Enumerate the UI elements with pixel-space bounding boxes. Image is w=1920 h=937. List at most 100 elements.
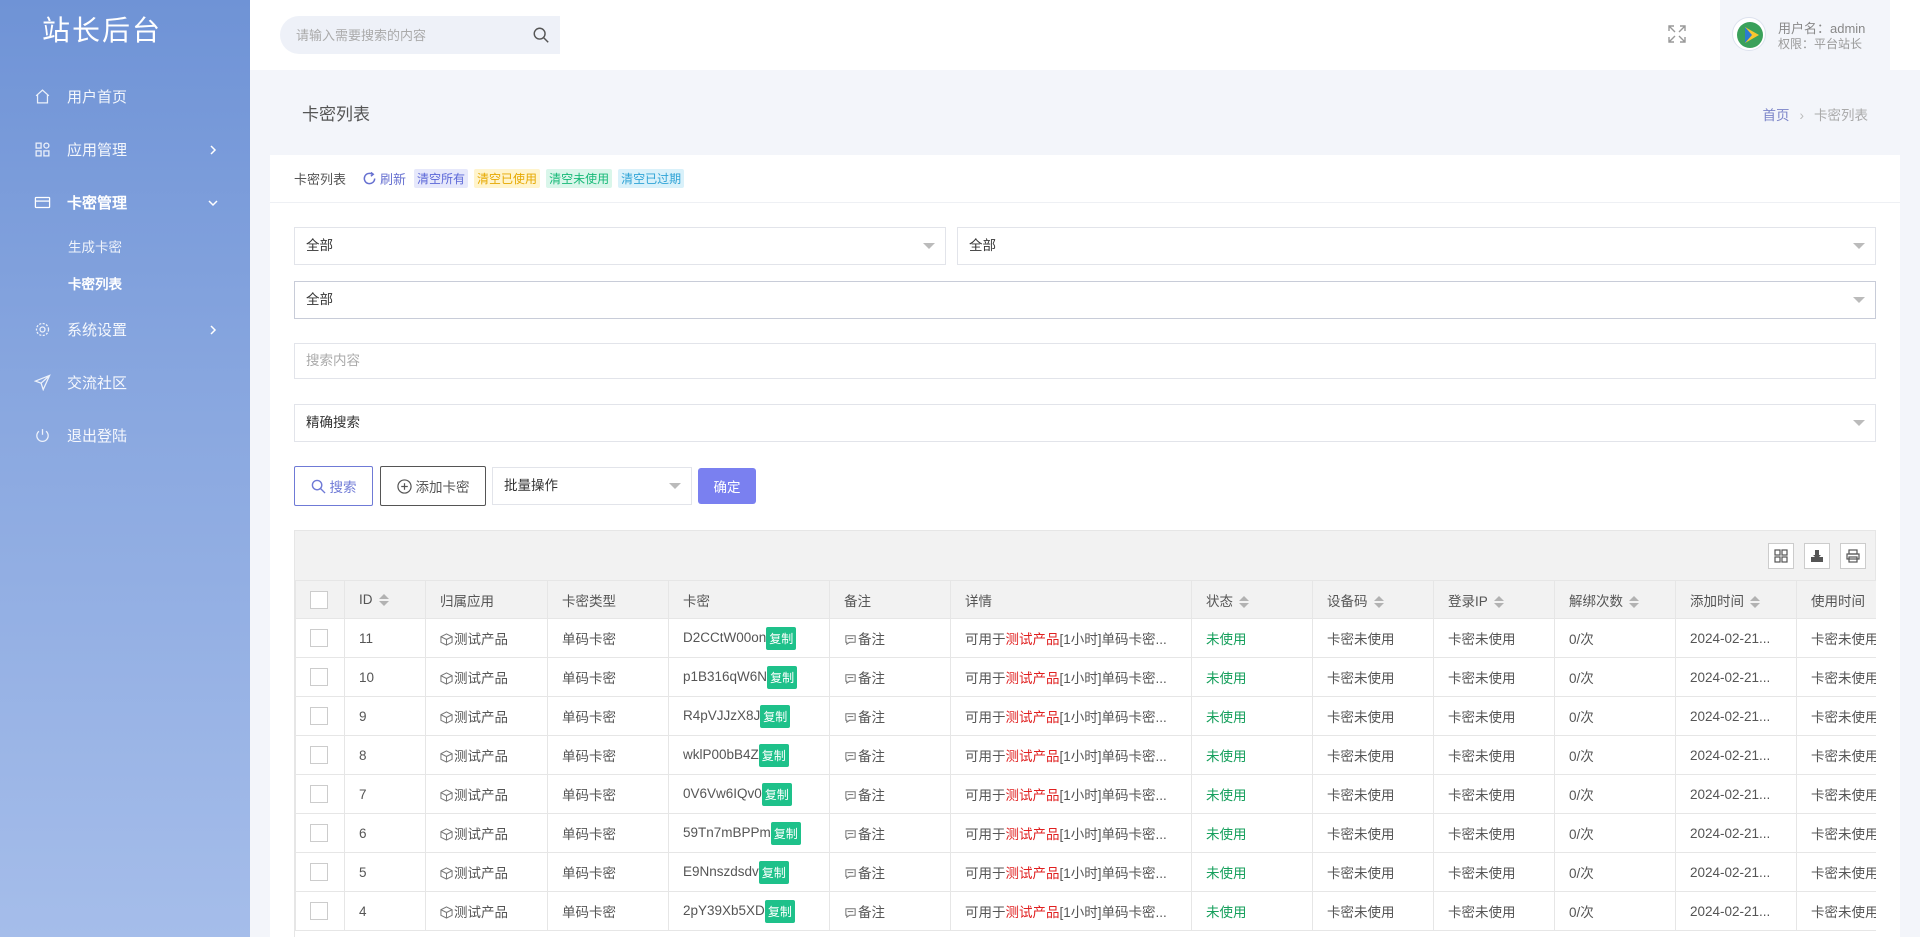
cell-used: 卡密未使用 — [1796, 735, 1876, 775]
export-button[interactable] — [1804, 543, 1830, 569]
cell-note[interactable]: 备注 — [829, 852, 951, 892]
cell-ip: 卡密未使用 — [1433, 852, 1555, 892]
table-row: 9 测试产品 单码卡密 R4pVJJzX8J 复制 备注 可用于测试产品[1小时]单码卡密.… — [295, 696, 1876, 736]
cell-used: 卡密未使用 — [1796, 657, 1876, 697]
copy-button[interactable]: 复制 — [758, 743, 789, 767]
sidebar-item-home[interactable]: 用户首页 — [0, 70, 250, 123]
card-header: 卡密列表 刷新 清空所有 清空已使用 清空未使用 清空已过期 — [270, 155, 1900, 203]
sort-icon[interactable] — [378, 594, 389, 607]
clear-unused-button[interactable]: 清空未使用 — [546, 169, 613, 188]
col-device[interactable]: 设备码 — [1312, 580, 1434, 619]
cell-type: 单码卡密 — [547, 852, 669, 892]
row-checkbox[interactable] — [310, 668, 328, 686]
sidebar-item-apps[interactable]: 应用管理 — [0, 123, 250, 176]
search-icon[interactable] — [532, 26, 550, 44]
filter-select-1[interactable]: 全部 — [294, 227, 946, 265]
row-checkbox[interactable] — [310, 863, 328, 881]
user-role: 权限：平台站长 — [1778, 37, 1863, 51]
detail-app: 测试产品 — [1005, 632, 1060, 647]
batch-action-select[interactable]: 批量操作 — [492, 467, 692, 505]
cell-type: 单码卡密 — [547, 813, 669, 853]
cell-note[interactable]: 备注 — [829, 618, 951, 658]
table-toolbar — [294, 530, 1876, 580]
header-label: 状态 — [1206, 593, 1233, 609]
detail-app: 测试产品 — [1005, 905, 1060, 920]
row-checkbox[interactable] — [310, 629, 328, 647]
user-info[interactable]: 用户名：admin 权限：平台站长 — [1720, 0, 1890, 70]
sort-icon[interactable] — [1750, 595, 1760, 608]
copy-button[interactable]: 复制 — [761, 782, 792, 806]
select-all-checkbox[interactable] — [310, 590, 328, 609]
copy-button[interactable]: 复制 — [767, 665, 798, 689]
copy-button[interactable]: 复制 — [760, 704, 791, 728]
cell-note[interactable]: 备注 — [829, 891, 951, 931]
cell-id: 10 — [344, 657, 426, 697]
cell-note[interactable]: 备注 — [829, 774, 951, 814]
row-checkbox[interactable] — [310, 902, 328, 920]
cell-added: 2024-02-21... — [1675, 852, 1797, 892]
page-title: 卡密列表 — [302, 105, 370, 124]
sidebar-item-cards[interactable]: 卡密管理 — [0, 176, 250, 229]
cell-note[interactable]: 备注 — [829, 657, 951, 697]
row-checkbox[interactable] — [310, 824, 328, 842]
row-checkbox[interactable] — [310, 785, 328, 803]
clear-all-button[interactable]: 清空所有 — [414, 169, 469, 188]
sort-icon[interactable] — [1629, 595, 1639, 608]
sort-icon[interactable] — [1373, 595, 1384, 608]
refresh-button[interactable]: 刷新 — [362, 169, 406, 188]
detail-app: 测试产品 — [1005, 671, 1060, 686]
sidebar-subitem-list[interactable]: 卡密列表 — [0, 266, 250, 303]
sidebar-item-settings[interactable]: 系统设置 — [0, 303, 250, 356]
cell-used: 卡密未使用 — [1796, 813, 1876, 853]
cell-note[interactable]: 备注 — [829, 696, 951, 736]
add-card-button[interactable]: 添加卡密 — [380, 466, 486, 506]
header-search — [280, 16, 560, 54]
note-icon — [844, 905, 858, 920]
cell-app: 测试产品 — [425, 813, 548, 853]
col-status[interactable]: 状态 — [1191, 580, 1313, 619]
cell-note[interactable]: 备注 — [829, 813, 951, 853]
confirm-button[interactable]: 确定 — [698, 468, 756, 504]
detail-suffix: [1小时]单码卡密... — [1059, 749, 1167, 764]
columns-filter-button[interactable] — [1768, 543, 1794, 569]
row-checkbox[interactable] — [310, 707, 328, 725]
detail-prefix: 可用于 — [965, 710, 1006, 725]
search-button[interactable]: 搜索 — [294, 466, 373, 506]
copy-button[interactable]: 复制 — [766, 626, 797, 650]
cell-key: E9Nnszdsdv 复制 — [668, 852, 830, 892]
fullscreen-icon[interactable] — [1668, 25, 1686, 43]
col-unbind[interactable]: 解绑次数 — [1554, 580, 1676, 619]
header-label: 添加时间 — [1690, 593, 1744, 609]
col-ip[interactable]: 登录IP — [1433, 580, 1555, 619]
sidebar-subitem-generate[interactable]: 生成卡密 — [0, 229, 250, 266]
sidebar-item-logout[interactable]: 退出登陆 — [0, 409, 250, 462]
filter-select-2[interactable]: 全部 — [957, 227, 1876, 265]
header-search-input[interactable] — [280, 16, 500, 54]
clear-used-button[interactable]: 清空已使用 — [474, 169, 541, 188]
cell-app: 测试产品 — [425, 696, 548, 736]
row-select-cell — [295, 852, 345, 892]
row-checkbox[interactable] — [310, 746, 328, 764]
col-id[interactable]: ID — [344, 580, 426, 619]
sort-icon[interactable] — [1239, 595, 1249, 608]
cube-icon — [440, 632, 454, 647]
sidebar-item-community[interactable]: 交流社区 — [0, 356, 250, 409]
copy-button[interactable]: 复制 — [770, 821, 801, 845]
cell-note[interactable]: 备注 — [829, 735, 951, 775]
note-icon — [844, 710, 858, 725]
filter-select-3[interactable]: 全部 — [294, 281, 1876, 319]
home-icon — [33, 88, 51, 106]
copy-button[interactable]: 复制 — [764, 899, 795, 923]
clear-expired-button[interactable]: 清空已过期 — [618, 169, 685, 188]
note-label: 备注 — [858, 671, 885, 686]
col-added[interactable]: 添加时间 — [1675, 580, 1797, 619]
sidebar: 站长后台 用户首页 应用管理 卡密管理 生成卡密 卡密列表 系统设置 交流社区 … — [0, 0, 250, 937]
print-button[interactable] — [1840, 543, 1866, 569]
search-mode-select[interactable]: 精确搜索 — [294, 404, 1876, 442]
copy-button[interactable]: 复制 — [758, 860, 789, 884]
sort-icon[interactable] — [1493, 595, 1504, 608]
breadcrumb-home[interactable]: 首页 — [1763, 108, 1790, 123]
gear-icon — [33, 321, 51, 339]
search-content-input[interactable]: 搜索内容 — [294, 343, 1876, 379]
cell-detail: 可用于测试产品[1小时]单码卡密... — [950, 696, 1192, 736]
